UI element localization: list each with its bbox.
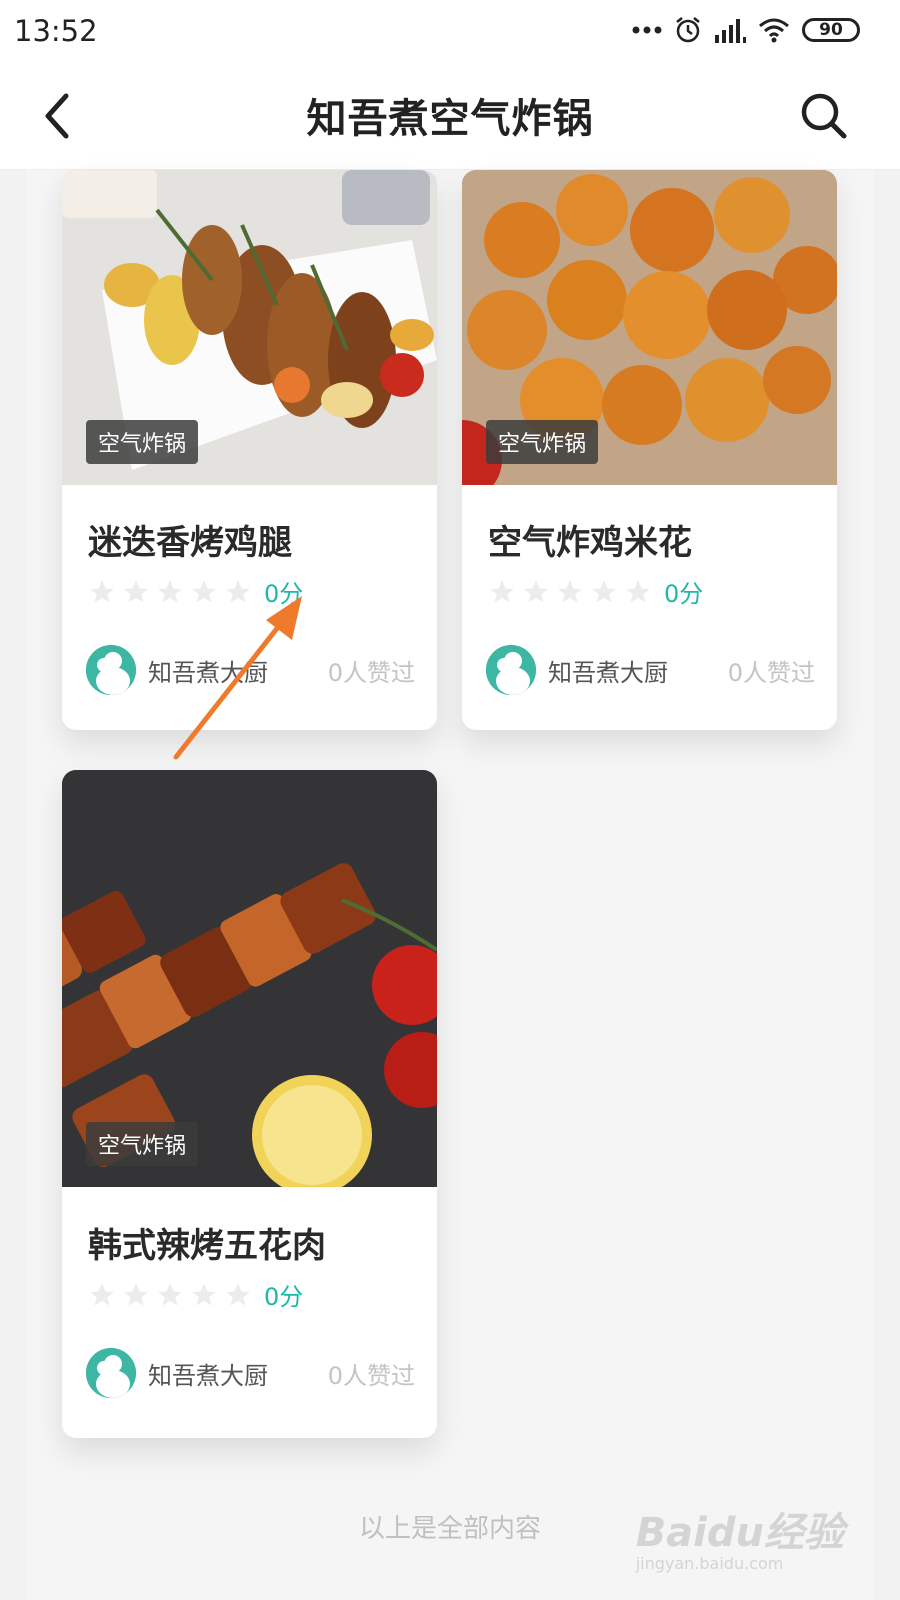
category-tag: 空气炸锅 [86, 420, 199, 464]
rating-score: 0分 [264, 1283, 304, 1311]
star-icon [490, 579, 514, 602]
star-icon [192, 579, 216, 602]
chef-avatar-icon [86, 645, 136, 695]
author-name[interactable]: 知吾煮大厨 [548, 653, 668, 688]
search-button[interactable] [798, 90, 850, 142]
star-icon [226, 1282, 250, 1305]
recipe-title: 空气炸鸡米花 [488, 523, 692, 563]
status-icons: 90 [632, 16, 860, 44]
search-icon [801, 93, 847, 139]
status-time: 13:52 [14, 14, 98, 48]
category-tag: 空气炸锅 [486, 420, 599, 464]
rating: 0分 [488, 574, 703, 609]
likes-count: 0人赞过 [327, 1361, 415, 1390]
star-icon [124, 579, 148, 602]
rating-score: 0分 [264, 580, 304, 608]
star-icon [158, 579, 182, 602]
baidu-watermark: Baidu经验 jingyan.baidu.com [636, 1500, 844, 1573]
author-name[interactable]: 知吾煮大厨 [148, 653, 268, 688]
star-icon [558, 579, 582, 602]
chef-avatar-icon [86, 1348, 136, 1398]
signal-icon [715, 19, 746, 43]
avatar[interactable] [86, 645, 136, 695]
recipe-title: 迷迭香烤鸡腿 [88, 523, 292, 563]
recipe-card[interactable]: 空气炸锅 迷迭香烤鸡腿 0分 知吾煮大厨 0人赞过 [62, 170, 437, 730]
category-tag: 空气炸锅 [86, 1122, 199, 1166]
likes-count: 0人赞过 [727, 658, 815, 687]
app-header: 知吾煮空气炸锅 [0, 62, 900, 170]
author-row: 知吾煮大厨 0人赞过 [86, 645, 415, 695]
rating: 0分 [88, 1277, 303, 1312]
star-icon [226, 579, 250, 602]
avatar[interactable] [86, 1348, 136, 1398]
likes-count: 0人赞过 [327, 658, 415, 687]
recipe-card[interactable]: 空气炸锅 空气炸鸡米花 0分 知吾煮大厨 0人赞过 [462, 170, 837, 730]
recipe-card[interactable]: 空气炸锅 韩式辣烤五花肉 0分 知吾煮大厨 0人赞过 [62, 770, 437, 1438]
watermark-brand: Baidu经验 [635, 1510, 844, 1556]
author-row: 知吾煮大厨 0人赞过 [86, 1348, 415, 1398]
rating: 0分 [88, 574, 303, 609]
star-icon [592, 579, 616, 602]
star-icon [124, 1282, 148, 1305]
star-icon [192, 1282, 216, 1305]
status-bar: 13:52 90 [0, 0, 900, 62]
page-title: 知吾煮空气炸锅 [306, 96, 594, 142]
star-icon [524, 579, 548, 602]
wifi-icon [759, 18, 789, 43]
star-icon [158, 1282, 182, 1305]
author-name[interactable]: 知吾煮大厨 [148, 1356, 268, 1391]
rating-score: 0分 [664, 580, 704, 608]
chef-avatar-icon [486, 645, 536, 695]
battery-indicator: 90 [802, 18, 860, 42]
avatar[interactable] [486, 645, 536, 695]
author-row: 知吾煮大厨 0人赞过 [486, 645, 815, 695]
recipe-title: 韩式辣烤五花肉 [88, 1226, 326, 1266]
star-icon [90, 1282, 114, 1305]
more-dots-icon [632, 26, 662, 34]
star-icon [626, 579, 650, 602]
star-icon [90, 579, 114, 602]
alarm-icon [676, 17, 700, 43]
